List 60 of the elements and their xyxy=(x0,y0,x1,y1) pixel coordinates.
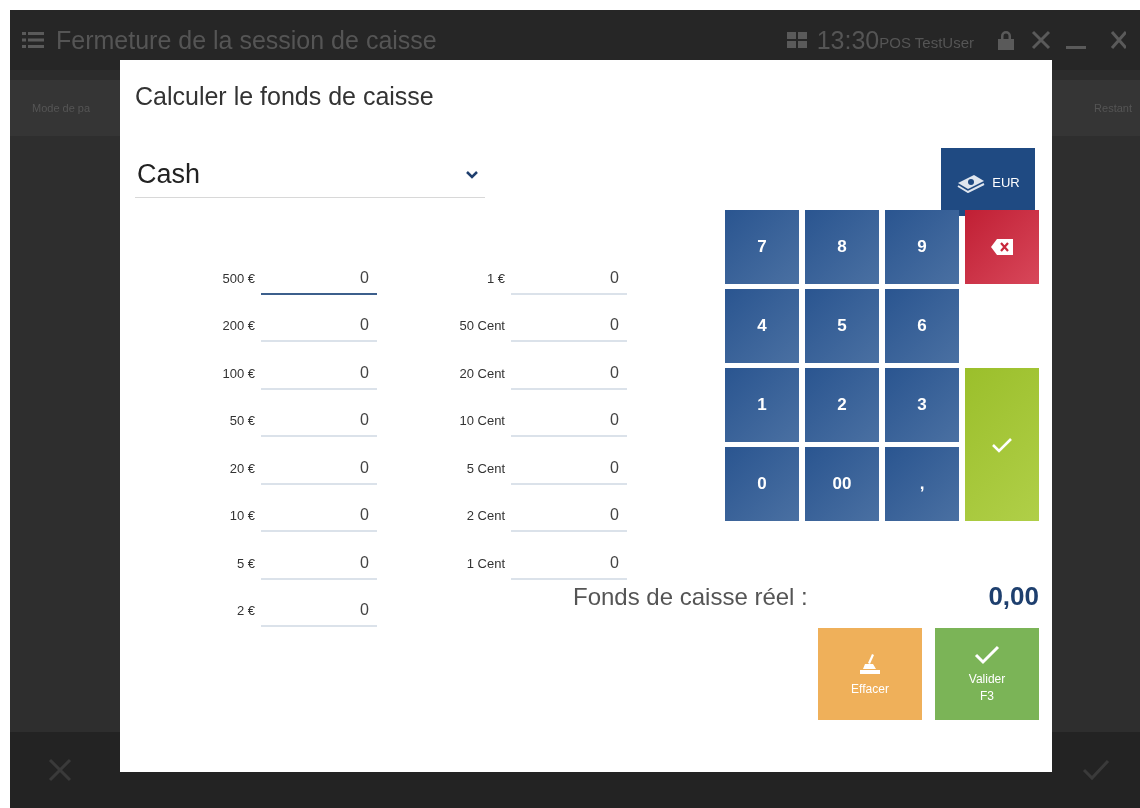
checkmark-icon xyxy=(974,645,1000,665)
count-field[interactable]: 0 xyxy=(511,549,627,580)
denomination-label: 1 € xyxy=(485,270,506,288)
dialog-title: Calculer le fonds de caisse xyxy=(135,82,435,111)
digit-key[interactable]: 3 xyxy=(885,368,959,442)
count-field[interactable]: 0 xyxy=(511,312,627,342)
close-icon[interactable] xyxy=(48,758,72,782)
denomination-label: 5 € xyxy=(235,555,256,573)
count-field[interactable]: 0 xyxy=(261,407,377,437)
digit-key[interactable]: 9 xyxy=(885,210,959,284)
close-icon[interactable] xyxy=(1110,30,1126,50)
total-value: 0,00 xyxy=(988,581,1039,612)
denomination-label: 50 € xyxy=(228,413,256,430)
denomination-label: 20 € xyxy=(228,460,256,478)
denomination-label: 5 Cent xyxy=(465,460,506,478)
denomination-label: 50 Cent xyxy=(458,318,506,335)
chevron-down-icon xyxy=(465,169,479,180)
denomination-label: 500 € xyxy=(221,270,256,288)
digit-key[interactable]: 7 xyxy=(725,210,799,284)
count-field[interactable]: 0 xyxy=(261,359,377,390)
confirm-button[interactable] xyxy=(965,368,1039,521)
denomination-label: 200 € xyxy=(221,318,256,335)
denomination-label: 100 € xyxy=(221,365,256,383)
digit-key[interactable]: 6 xyxy=(885,289,959,363)
payment-method-dropdown[interactable]: Cash xyxy=(135,156,485,198)
denomination-label: 20 Cent xyxy=(458,365,506,383)
count-field[interactable]: 0 xyxy=(261,264,377,295)
count-field[interactable]: 0 xyxy=(511,359,627,390)
count-field[interactable]: 0 xyxy=(261,454,377,485)
digit-key[interactable]: 1 xyxy=(725,368,799,442)
grid-icon[interactable] xyxy=(786,32,807,48)
lock-icon[interactable] xyxy=(996,30,1016,50)
digit-key[interactable]: , xyxy=(885,447,959,521)
denomination-label: 2 € xyxy=(235,603,256,620)
count-field[interactable]: 0 xyxy=(261,312,377,342)
denomination-label: 1 Cent xyxy=(465,555,506,573)
count-field[interactable]: 0 xyxy=(511,407,627,437)
digit-key[interactable]: 4 xyxy=(725,289,799,363)
denomination-label: 2 Cent xyxy=(465,508,506,525)
denomination-label: 10 € xyxy=(228,508,256,525)
count-field[interactable]: 0 xyxy=(261,502,377,532)
total-label: Fonds de caisse réel : xyxy=(573,583,808,611)
count-field[interactable]: 0 xyxy=(511,264,627,295)
currency-button[interactable]: EUR xyxy=(941,148,1035,216)
backspace-icon xyxy=(991,239,1013,255)
backspace-button[interactable] xyxy=(965,210,1039,284)
digit-key[interactable]: 00 xyxy=(805,447,879,521)
count-field[interactable]: 0 xyxy=(511,502,627,532)
digit-key[interactable]: 0 xyxy=(725,447,799,521)
broom-icon xyxy=(859,652,881,675)
digit-key[interactable]: 8 xyxy=(805,210,879,284)
denomination-label: 10 Cent xyxy=(458,413,506,430)
count-field[interactable]: 0 xyxy=(261,597,377,627)
digit-key[interactable]: 5 xyxy=(805,289,879,363)
checkmark-icon[interactable] xyxy=(1082,759,1110,781)
digit-key[interactable]: 2 xyxy=(805,368,879,442)
count-field[interactable]: 0 xyxy=(261,549,377,580)
count-field[interactable]: 0 xyxy=(511,454,627,485)
checkmark-icon xyxy=(991,436,1013,453)
menu-icon[interactable] xyxy=(22,31,44,49)
